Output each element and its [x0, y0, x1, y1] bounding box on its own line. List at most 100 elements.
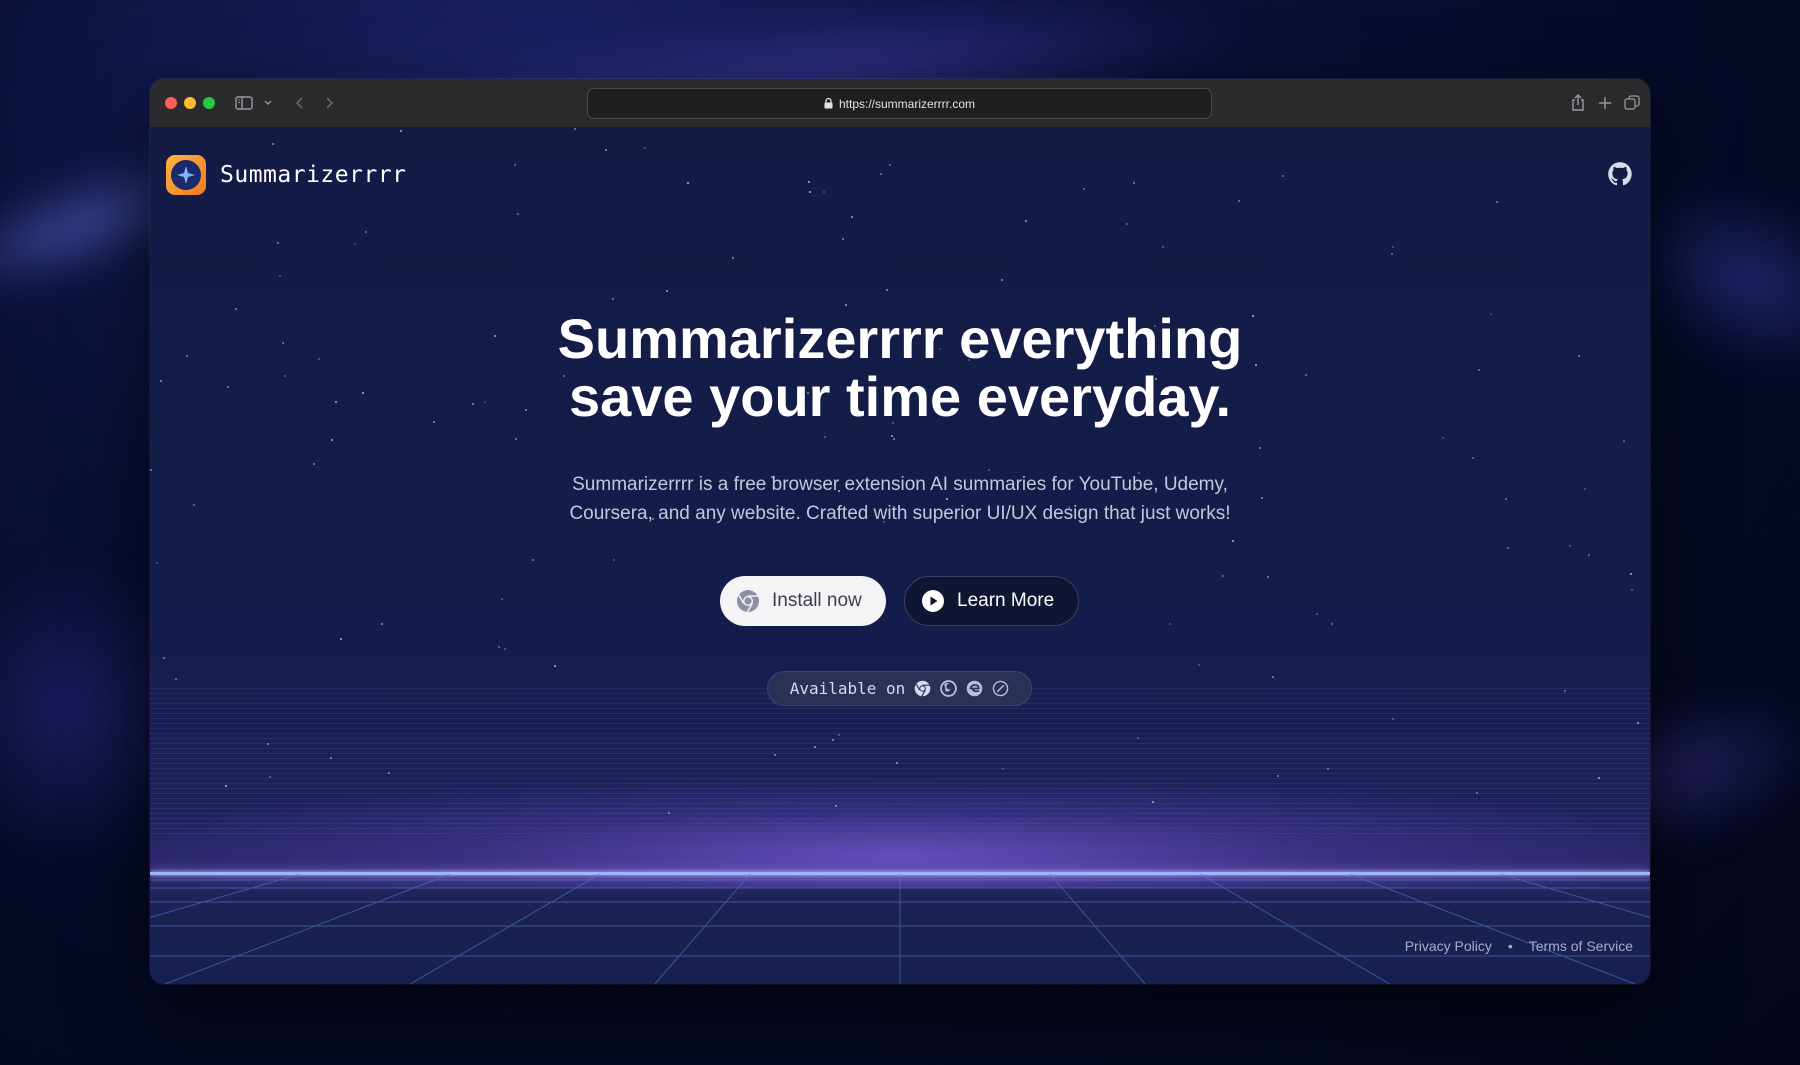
star — [313, 463, 315, 465]
install-now-label: Install now — [772, 590, 862, 611]
firefox-icon[interactable] — [940, 680, 958, 697]
star — [809, 191, 811, 193]
site-brand[interactable]: Summarizerrrr — [166, 155, 407, 195]
star — [554, 665, 556, 667]
star — [1316, 613, 1318, 615]
tab-overview-icon[interactable] — [1620, 91, 1644, 115]
privacy-policy-link[interactable]: Privacy Policy — [1405, 938, 1492, 954]
star — [365, 231, 367, 233]
sidebar-toggle-icon[interactable] — [232, 91, 256, 115]
zoom-window-button[interactable] — [203, 97, 215, 109]
star — [842, 238, 844, 240]
star — [644, 147, 646, 149]
star — [400, 130, 402, 132]
hero-title: Summarizerrrr everything save your time … — [150, 310, 1650, 426]
star — [1623, 440, 1625, 442]
star — [1584, 488, 1586, 490]
star — [1631, 589, 1633, 591]
star — [193, 504, 195, 506]
minimize-window-button[interactable] — [184, 97, 196, 109]
available-on-badge: Available on — [767, 671, 1032, 706]
star — [1162, 246, 1164, 248]
browser-toolbar: https://summarizerrrr.com — [150, 79, 1650, 128]
address-url: https://summarizerrrr.com — [838, 96, 976, 111]
available-on-label: Available on — [789, 679, 906, 698]
star — [354, 243, 356, 245]
chevron-down-icon[interactable] — [256, 91, 280, 115]
web-page: Summarizerrrr Summarizerrrr everything s… — [150, 128, 1650, 984]
star — [1282, 175, 1284, 177]
back-arrow-icon[interactable] — [288, 91, 312, 115]
learn-more-button[interactable]: Learn More — [904, 576, 1079, 626]
star — [613, 559, 615, 561]
star — [498, 646, 500, 648]
star — [1442, 437, 1444, 439]
star — [504, 648, 506, 650]
footer-separator: • — [1507, 938, 1513, 954]
install-now-button[interactable]: Install now — [720, 576, 886, 626]
star — [851, 216, 853, 218]
star — [340, 638, 342, 640]
star — [1025, 220, 1027, 222]
star — [517, 213, 519, 215]
star — [687, 182, 689, 184]
new-tab-icon[interactable] — [1593, 91, 1617, 115]
star — [823, 191, 825, 193]
star — [880, 173, 882, 175]
star — [331, 439, 333, 441]
star — [1267, 576, 1269, 578]
star — [501, 598, 503, 600]
star — [1505, 498, 1507, 500]
star — [886, 289, 888, 291]
star — [514, 164, 516, 166]
close-window-button[interactable] — [165, 97, 177, 109]
star — [1169, 623, 1171, 625]
site-footer: Privacy Policy • Terms of Service — [1405, 938, 1633, 954]
star — [156, 562, 158, 564]
star — [1588, 554, 1590, 556]
star — [808, 181, 810, 183]
terms-of-service-link[interactable]: Terms of Service — [1529, 938, 1633, 954]
chrome-icon[interactable] — [914, 680, 931, 697]
star — [666, 290, 668, 292]
star — [1272, 676, 1274, 678]
github-icon[interactable] — [1607, 161, 1633, 187]
star — [889, 164, 891, 166]
star — [175, 678, 177, 680]
star — [279, 275, 281, 277]
star — [1126, 223, 1128, 225]
star — [515, 438, 517, 440]
learn-more-label: Learn More — [957, 590, 1055, 611]
star — [1392, 246, 1394, 248]
chrome-icon — [737, 590, 759, 613]
brand-name: Summarizerrrr — [220, 162, 407, 188]
star — [277, 242, 279, 244]
star — [824, 436, 826, 438]
hero-title-line: Summarizerrrr everything — [557, 307, 1243, 370]
app-logo — [166, 155, 206, 195]
star — [893, 438, 895, 440]
star — [1222, 575, 1224, 577]
star — [1001, 279, 1003, 281]
perspective-grid — [150, 874, 1650, 984]
hero-subtitle-line: Coursera, and any website. Crafted with … — [569, 503, 1231, 524]
star — [1507, 547, 1509, 549]
star — [272, 143, 274, 145]
star — [1259, 447, 1261, 449]
star — [1472, 457, 1474, 459]
share-icon[interactable] — [1566, 91, 1590, 115]
star — [612, 298, 614, 300]
play-icon — [922, 590, 944, 612]
star — [732, 257, 734, 259]
star — [1083, 188, 1085, 190]
browser-window: https://summarizerrrr.com Summarizerrrr … — [150, 79, 1650, 984]
forward-arrow-icon[interactable] — [317, 91, 341, 115]
star — [1630, 573, 1632, 575]
star — [605, 149, 607, 151]
star — [1232, 540, 1234, 542]
address-bar[interactable]: https://summarizerrrr.com — [587, 88, 1212, 119]
safari-icon[interactable] — [992, 680, 1009, 697]
hero-subtitle: Summarizerrrr is a free browser extensio… — [500, 470, 1300, 528]
edge-icon[interactable] — [966, 680, 983, 697]
lock-icon — [824, 98, 833, 109]
